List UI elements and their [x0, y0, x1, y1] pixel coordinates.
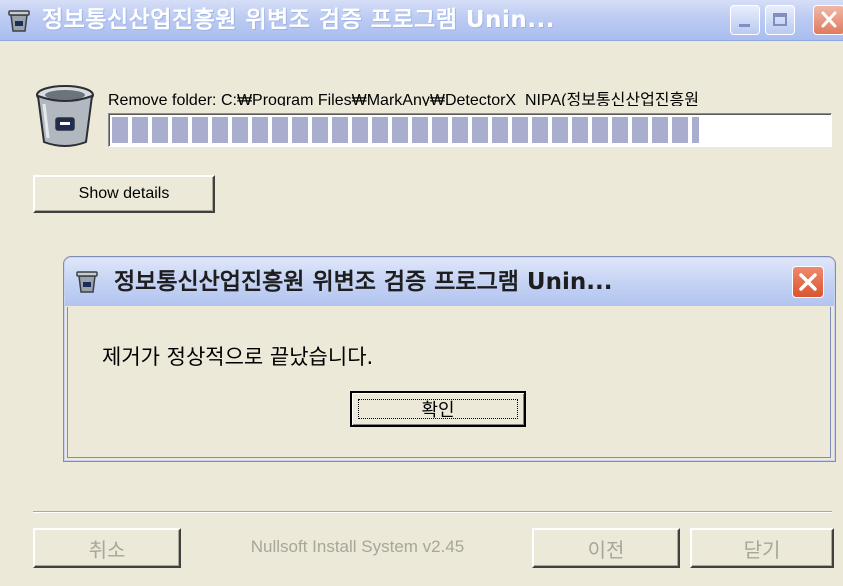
message-box-body: [67, 307, 831, 458]
maximize-icon: [773, 13, 787, 26]
focus-rectangle: [358, 399, 518, 419]
window-title: 정보통신산업진흥원 위변조 검증 프로그램 Unin...: [42, 7, 555, 33]
minimize-button[interactable]: [730, 5, 760, 35]
current-action-label: Remove folder: C:₩Program Files₩MarkAny₩…: [108, 92, 699, 106]
close-button[interactable]: [813, 5, 843, 35]
installer-app-icon: [76, 271, 98, 293]
back-button[interactable]: 이전: [532, 528, 680, 568]
close-icon: [799, 273, 817, 291]
close-dialog-button[interactable]: 닫기: [690, 528, 834, 568]
completion-message-box: 정보통신산업진흥원 위변조 검증 프로그램 Unin... 제거가 정상적으로 …: [63, 256, 836, 462]
footer-separator: [33, 511, 832, 513]
message-box-close-button[interactable]: [792, 266, 824, 298]
close-icon: [821, 11, 837, 28]
installer-app-icon: [8, 10, 30, 32]
ok-button[interactable]: 확인: [350, 391, 526, 427]
progress-bar-fill: [112, 117, 699, 143]
completion-message: 제거가 정상적으로 끝났습니다.: [102, 345, 374, 369]
message-box-title-bar[interactable]: 정보통신산업진흥원 위변조 검증 프로그램 Unin...: [65, 258, 834, 306]
recycle-bin-icon: [36, 85, 94, 147]
uninstall-progress-bar: [108, 113, 832, 147]
title-bar[interactable]: 정보통신산업진흥원 위변조 검증 프로그램 Unin...: [0, 0, 843, 41]
uninstaller-window: 정보통신산업진흥원 위변조 검증 프로그램 Unin... Remove fol…: [0, 0, 843, 586]
message-box-title: 정보통신산업진흥원 위변조 검증 프로그램 Unin...: [114, 269, 613, 295]
nsis-branding-text: Nullsoft Install System v2.45: [250, 537, 465, 556]
minimize-icon: [739, 24, 750, 27]
cancel-button[interactable]: 취소: [33, 528, 181, 568]
show-details-button[interactable]: Show details: [33, 175, 215, 213]
maximize-button[interactable]: [765, 5, 795, 35]
